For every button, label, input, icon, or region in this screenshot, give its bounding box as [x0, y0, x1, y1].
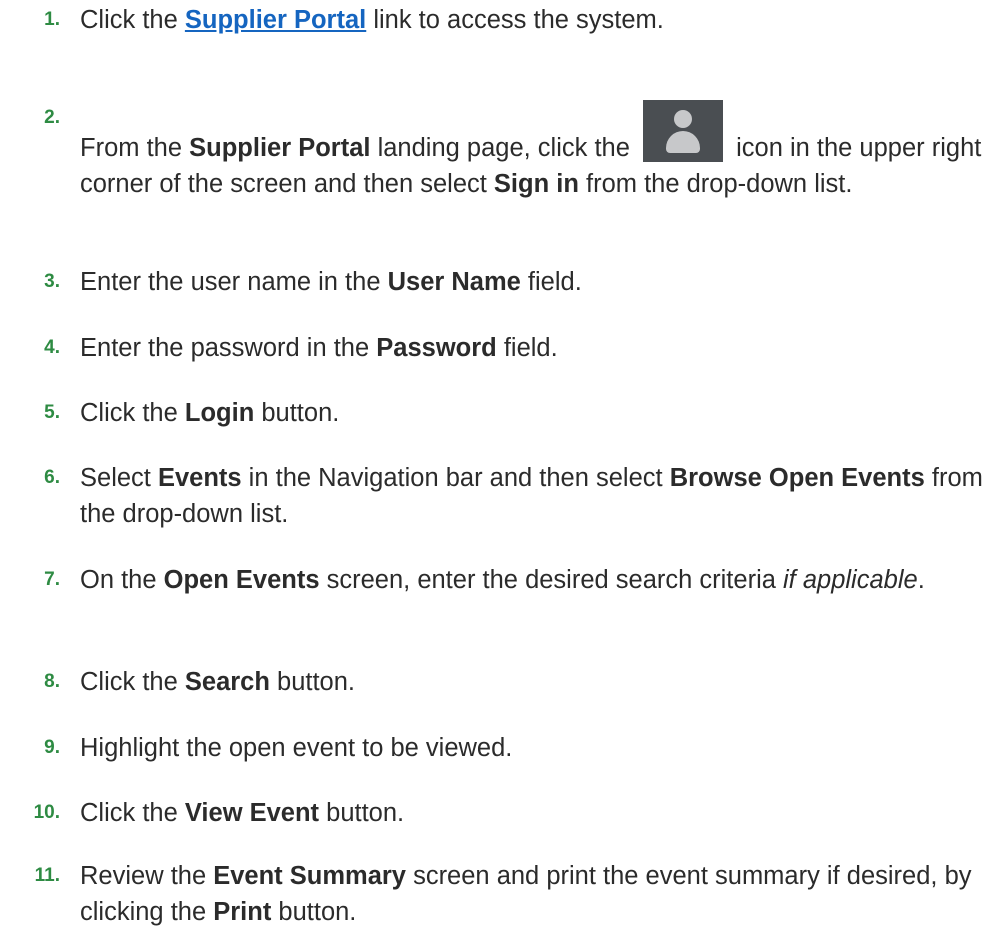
step-text: Click the Supplier Portal link to access… — [80, 6, 664, 34]
supplier-portal-link[interactable]: Supplier Portal — [185, 6, 366, 34]
step-number: 4. — [44, 337, 60, 358]
step-number: 11. — [34, 865, 60, 886]
step-number: 1. — [44, 9, 60, 30]
step-number: 9. — [44, 737, 60, 758]
user-avatar-icon — [643, 100, 724, 162]
step-text: From the Supplier Portal landing page, c… — [80, 100, 985, 202]
step-number: 6. — [44, 467, 60, 488]
step-number: 7. — [44, 569, 60, 590]
instruction-steps: 1. Click the Supplier Portal link to acc… — [0, 0, 1000, 932]
step-number: 5. — [44, 402, 60, 423]
step-text: Click the Search button. — [80, 668, 356, 696]
step-text: Click the Login button. — [80, 399, 340, 427]
step-number: 2. — [44, 107, 60, 128]
step-text: Highlight the open event to be viewed. — [80, 734, 513, 762]
step-number: 10. — [33, 802, 60, 823]
step-number: 8. — [44, 671, 60, 692]
step-text: Review the Event Summary screen and prin… — [80, 862, 972, 926]
step-text: Enter the user name in the User Name fie… — [80, 268, 582, 296]
step-number: 3. — [44, 271, 60, 292]
step-text: Enter the password in the Password field… — [80, 334, 558, 362]
step-text: On the Open Events screen, enter the des… — [80, 566, 925, 594]
step-text: Select Events in the Navigation bar and … — [80, 464, 983, 528]
step-text: Click the View Event button. — [80, 799, 405, 827]
